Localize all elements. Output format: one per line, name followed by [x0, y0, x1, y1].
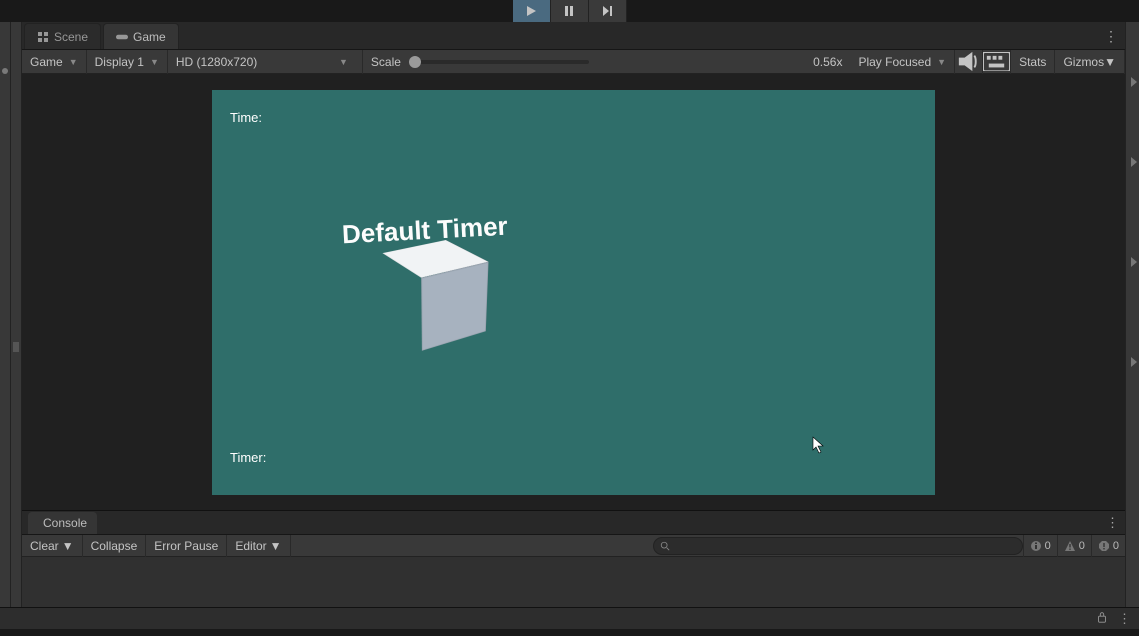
right-dock-strip[interactable] [1125, 22, 1139, 607]
center-panel: Scene Game ⋮ Game ▼ Display 1 ▼ HD (1280… [22, 22, 1125, 607]
cube-object [397, 255, 472, 330]
warning-icon [1064, 540, 1076, 552]
scale-label: Scale [371, 55, 401, 69]
keyboard-button[interactable] [983, 50, 1011, 74]
playmode-label: Play Focused [858, 55, 931, 69]
footer-menu-icon[interactable]: ⋮ [1118, 611, 1131, 627]
chevron-down-icon: ▼ [150, 57, 159, 67]
error-count[interactable]: 0 [1091, 535, 1125, 557]
console-tabbar: Console ⋮ [22, 511, 1125, 535]
time-display: Time: [230, 110, 262, 125]
game-icon [116, 31, 128, 43]
tab-game-label: Game [133, 30, 166, 44]
scale-slider[interactable] [409, 60, 589, 64]
stats-button[interactable]: Stats [1011, 50, 1055, 74]
mute-audio-button[interactable] [955, 50, 983, 74]
editor-label: Editor [235, 539, 266, 553]
step-button[interactable] [589, 0, 627, 22]
pause-icon [563, 5, 575, 17]
left-dock-strip-2[interactable] [11, 22, 22, 607]
audio-icon [955, 48, 982, 75]
tab-game[interactable]: Game [103, 23, 179, 49]
console-output[interactable] [22, 557, 1125, 607]
console-search[interactable] [653, 537, 1023, 555]
stats-label: Stats [1019, 55, 1046, 69]
tab-scene-label: Scene [54, 30, 88, 44]
chevron-down-icon: ▼ [270, 539, 282, 553]
error-value: 0 [1113, 540, 1119, 552]
error-pause-button[interactable]: Error Pause [146, 535, 227, 557]
workspace: Scene Game ⋮ Game ▼ Display 1 ▼ HD (1280… [0, 22, 1139, 607]
scene-icon [37, 31, 49, 43]
chevron-down-icon: ▼ [937, 57, 946, 67]
play-icon [525, 5, 537, 17]
view-tabbar: Scene Game ⋮ [22, 22, 1125, 50]
clear-button[interactable]: Clear ▼ [22, 535, 83, 557]
aspect-dropdown[interactable]: HD (1280x720) ▼ [168, 50, 363, 74]
pause-button[interactable] [551, 0, 589, 22]
playmode-dropdown[interactable]: Play Focused ▼ [850, 50, 955, 74]
info-icon [1030, 540, 1042, 552]
clear-label: Clear [30, 539, 59, 553]
viewport-container: Time: Timer: Default Timer [22, 74, 1125, 510]
camera-label: Game [30, 55, 63, 69]
aspect-label: HD (1280x720) [176, 55, 257, 69]
console-menu-icon[interactable]: ⋮ [1106, 515, 1119, 531]
info-value: 0 [1045, 540, 1051, 552]
console-toolbar: Clear ▼ Collapse Error Pause Editor ▼ [22, 535, 1125, 557]
timer-display: Timer: [230, 450, 266, 465]
gizmos-label: Gizmos [1063, 55, 1104, 69]
tab-menu-icon[interactable]: ⋮ [1104, 28, 1119, 45]
play-button[interactable] [513, 0, 551, 22]
left-dock-strip-1[interactable] [0, 22, 11, 607]
warn-value: 0 [1079, 540, 1085, 552]
footer-bar: ⋮ [0, 607, 1139, 629]
game-toolbar: Game ▼ Display 1 ▼ HD (1280x720) ▼ Scale… [22, 50, 1125, 74]
chevron-down-icon: ▼ [1104, 55, 1116, 69]
camera-dropdown[interactable]: Game ▼ [22, 50, 87, 74]
console-tab-label: Console [43, 516, 87, 530]
collapse-button[interactable]: Collapse [83, 535, 147, 557]
lock-icon[interactable] [1096, 611, 1108, 626]
game-viewport[interactable]: Time: Timer: Default Timer [212, 90, 935, 495]
chevron-down-icon: ▼ [339, 57, 348, 67]
chevron-down-icon: ▼ [69, 57, 78, 67]
step-icon [601, 5, 613, 17]
search-icon [660, 541, 670, 551]
warn-count[interactable]: 0 [1057, 535, 1091, 557]
collapse-label: Collapse [91, 539, 138, 553]
info-count[interactable]: 0 [1023, 535, 1057, 557]
tab-scene[interactable]: Scene [24, 23, 101, 49]
cursor-icon [812, 436, 826, 457]
console-panel: Console ⋮ Clear ▼ Collapse Error Pause E… [22, 510, 1125, 607]
scale-control: Scale 0.56x [363, 55, 851, 69]
display-label: Display 1 [95, 55, 144, 69]
scale-value: 0.56x [813, 55, 842, 69]
display-dropdown[interactable]: Display 1 ▼ [87, 50, 168, 74]
error-icon [1098, 540, 1110, 552]
chevron-down-icon: ▼ [62, 539, 74, 553]
keyboard-icon [983, 52, 1010, 71]
gizmos-button[interactable]: Gizmos ▼ [1055, 50, 1125, 74]
editor-dropdown[interactable]: Editor ▼ [227, 535, 290, 557]
playback-controls [0, 0, 1139, 22]
error-pause-label: Error Pause [154, 539, 218, 553]
tab-console[interactable]: Console [28, 512, 97, 534]
